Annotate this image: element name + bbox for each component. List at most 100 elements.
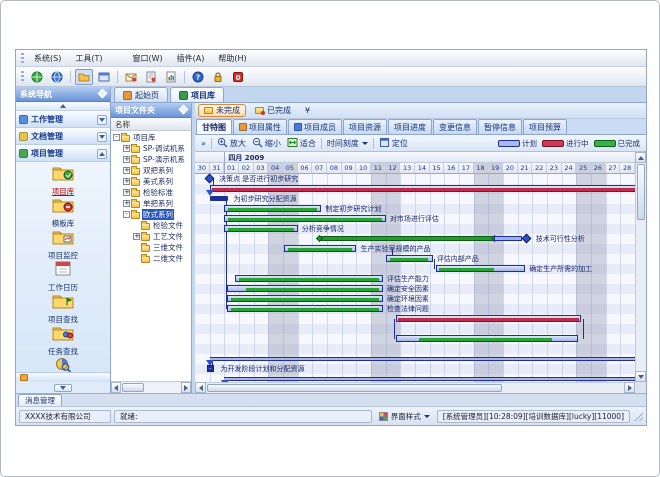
toolbar-grip[interactable] xyxy=(21,71,24,82)
scroll-up-button[interactable] xyxy=(635,152,646,163)
expand-icon[interactable]: + xyxy=(123,200,130,207)
tree-node[interactable]: +SP-演示机系 xyxy=(111,154,191,165)
lock-icon[interactable] xyxy=(209,69,227,85)
expand-icon[interactable]: + xyxy=(123,167,130,174)
sidebar-item-calendar[interactable]: 工作日历 xyxy=(16,260,110,290)
task-bar-in-progress[interactable] xyxy=(210,185,635,192)
collapse-icon[interactable]: - xyxy=(123,211,130,218)
folder-open-icon[interactable] xyxy=(75,69,93,85)
pin-icon[interactable] xyxy=(98,90,106,98)
task-bar-complete[interactable] xyxy=(224,205,321,212)
chart-icon[interactable] xyxy=(162,69,180,85)
expand-icon[interactable]: + xyxy=(133,233,140,240)
network-icon[interactable] xyxy=(28,69,46,85)
view-tab[interactable]: 变更信息 xyxy=(433,119,477,134)
tree-node[interactable]: 二维文件 xyxy=(111,253,191,264)
task-bar-complete[interactable] xyxy=(227,295,382,302)
scroll-right-button[interactable] xyxy=(624,382,635,393)
task-bar-complete[interactable] xyxy=(396,335,578,342)
view-tab[interactable]: 暂停信息 xyxy=(478,119,522,134)
sidebar-item-doc-search[interactable]: 项目文档查找 xyxy=(16,356,110,372)
scrollbar-thumb[interactable] xyxy=(637,164,645,220)
resize-grip[interactable] xyxy=(634,412,643,421)
task-bar-in-progress[interactable] xyxy=(396,315,581,322)
sidebar-scroll-down[interactable] xyxy=(54,384,72,392)
more-options-icon[interactable]: ¥ xyxy=(305,106,310,115)
sidebar-item-folder-search[interactable]: 项目查找 xyxy=(16,292,110,322)
tree-hscrollbar[interactable] xyxy=(111,381,191,393)
expand-icon[interactable]: + xyxy=(123,145,130,152)
sidebar-item-folder-monitor[interactable]: 项目监控 xyxy=(16,228,110,258)
gantt-vscrollbar[interactable] xyxy=(635,152,646,382)
expand-icon[interactable]: + xyxy=(123,178,130,185)
task-bar-complete[interactable] xyxy=(284,245,356,252)
doc-tab[interactable]: 起始页 xyxy=(114,87,168,102)
view-tab[interactable]: 项目资源 xyxy=(343,119,387,134)
gantt-hscrollbar[interactable] xyxy=(195,382,635,393)
tree-node[interactable]: -项目库 xyxy=(111,132,191,143)
scrollbar-thumb[interactable] xyxy=(122,383,144,392)
tree-node[interactable]: +工艺文件 xyxy=(111,231,191,242)
menu-item[interactable]: 窗口(W) xyxy=(125,51,169,66)
menubar-grip[interactable] xyxy=(21,53,24,64)
menu-item[interactable]: 插件(A) xyxy=(170,51,212,66)
chevron-up-icon[interactable] xyxy=(97,149,107,159)
globe-icon[interactable] xyxy=(48,69,66,85)
chevron-down-icon[interactable] xyxy=(97,115,107,125)
scroll-left-button[interactable] xyxy=(111,382,121,393)
menu-item[interactable]: 系统(S) xyxy=(27,51,68,66)
more-buttons-icon[interactable]: » xyxy=(198,139,209,148)
tree-node[interactable]: +美式系列 xyxy=(111,176,191,187)
task-bar-complete[interactable] xyxy=(235,275,383,282)
scroll-right-button[interactable] xyxy=(181,382,191,393)
task-bar-complete[interactable] xyxy=(227,305,382,312)
sidebar-section-partial[interactable] xyxy=(16,372,110,382)
tree-node[interactable]: 检验文件 xyxy=(111,220,191,231)
tab-message-management[interactable]: 消息管理 xyxy=(18,394,62,406)
sidebar-item-task-search[interactable]: 任务查找 xyxy=(16,324,110,354)
filter-button[interactable]: 已完成 xyxy=(249,104,297,117)
pin-icon[interactable] xyxy=(179,106,187,114)
sidebar-item-folder-project[interactable]: 项目库 xyxy=(16,164,110,194)
tree-node[interactable]: +SP-调试机系 xyxy=(111,143,191,154)
view-tab[interactable]: 项目进度 xyxy=(388,119,432,134)
interface-style-dropdown[interactable]: 界面样式 xyxy=(375,410,434,423)
collapse-box-icon[interactable]: - xyxy=(207,365,214,372)
filter-button[interactable]: 未完成 xyxy=(198,104,246,117)
expand-icon[interactable]: + xyxy=(123,189,130,196)
scrollbar-thumb[interactable] xyxy=(207,384,502,392)
collapse-icon[interactable]: - xyxy=(113,134,120,141)
tree-node[interactable]: +单把系列 xyxy=(111,198,191,209)
fit-button[interactable]: 适合 xyxy=(284,136,319,151)
help-icon[interactable]: ? xyxy=(189,69,207,85)
task-bar-complete[interactable] xyxy=(436,265,525,272)
sidebar-section[interactable]: 文档管理 xyxy=(16,128,110,145)
sidebar-scroll-up[interactable] xyxy=(16,102,110,111)
menu-item[interactable]: 帮助(H) xyxy=(211,51,253,66)
view-tab[interactable]: 项目预算 xyxy=(523,119,567,134)
zoom-in-button[interactable]: 放大 xyxy=(214,136,249,151)
sidebar-section[interactable]: 项目管理 xyxy=(16,145,110,162)
scroll-left-button[interactable] xyxy=(195,382,206,393)
time-scale-dropdown[interactable]: 时间刻度 xyxy=(324,137,371,150)
task-bar-complete[interactable] xyxy=(224,225,297,232)
menu-item[interactable]: 工具(T) xyxy=(68,51,109,66)
tree-node[interactable]: +检验标准 xyxy=(111,187,191,198)
mail-icon[interactable] xyxy=(122,69,140,85)
window-icon[interactable] xyxy=(95,69,113,85)
expand-icon[interactable]: + xyxy=(123,156,130,163)
tree-node[interactable]: +双把系列 xyxy=(111,165,191,176)
view-tab[interactable]: 甘特图 xyxy=(196,119,232,134)
sidebar-section[interactable]: 工作管理 xyxy=(16,111,110,128)
logout-icon[interactable]: 0 xyxy=(229,69,247,85)
sidebar-item-folder-template[interactable]: 模板库 xyxy=(16,196,110,226)
scroll-down-button[interactable] xyxy=(635,371,646,382)
locate-button[interactable]: 定位 xyxy=(376,136,411,151)
chevron-down-icon[interactable] xyxy=(97,132,107,142)
task-bar-complete[interactable] xyxy=(224,215,385,222)
tree-node[interactable]: -欧式系列 xyxy=(111,209,191,220)
tree-node[interactable]: 三维文件 xyxy=(111,242,191,253)
task-bar-complete[interactable] xyxy=(386,255,433,262)
zoom-out-button[interactable]: 缩小 xyxy=(249,136,284,151)
report-icon[interactable] xyxy=(142,69,160,85)
